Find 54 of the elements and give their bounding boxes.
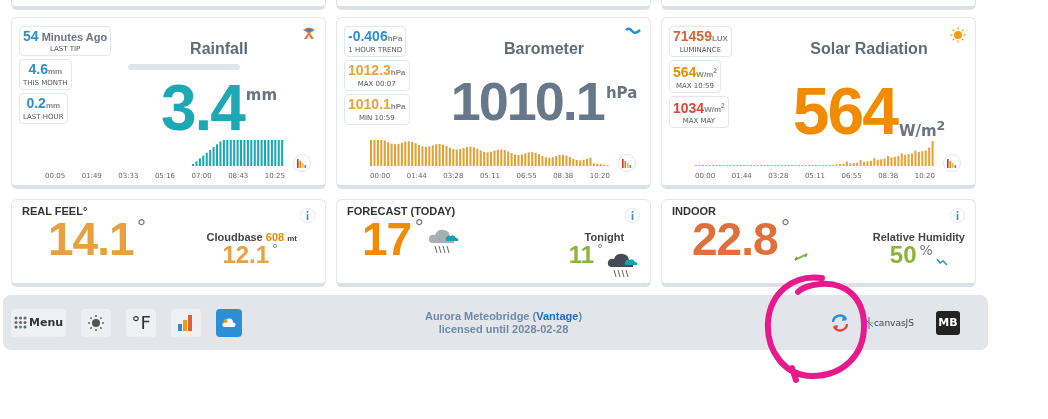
main-reading: 17 xyxy=(362,217,412,261)
brightness-button[interactable] xyxy=(81,308,112,337)
side-reading: 50 xyxy=(889,243,917,267)
main-reading: 3.4 xyxy=(160,76,244,140)
bar-chart-icon xyxy=(178,314,195,331)
sun-icon xyxy=(950,27,966,43)
degree-symbol: ° xyxy=(272,243,279,255)
side-label: Cloudbase 608 mt xyxy=(206,231,297,243)
degree-symbol: ° xyxy=(780,217,791,237)
meteobridge-logo[interactable]: MB xyxy=(936,310,960,335)
bar-chart-icon[interactable] xyxy=(297,158,307,168)
unit-toggle-button[interactable]: °F xyxy=(126,308,157,337)
side-reading: 11 xyxy=(568,243,594,267)
card-title: Solar Radiation xyxy=(810,40,928,58)
unit-label: W/m$^{2}$ xyxy=(898,118,946,140)
grid-dots-icon xyxy=(14,316,27,329)
card-title: FORECAST (TODAY) xyxy=(347,205,456,217)
main-reading: 14.1 xyxy=(48,217,134,261)
cloud-icon xyxy=(222,317,237,328)
weather-button[interactable] xyxy=(216,308,243,337)
license-text: licensed until 2028-02-28 xyxy=(438,322,569,336)
canvasjs-logo[interactable]: canvasJS xyxy=(863,316,914,329)
card-title: Barometer xyxy=(504,40,584,58)
card-title: INDOOR xyxy=(672,205,716,217)
rain-gauge-icon xyxy=(302,27,316,40)
degree-symbol: ° xyxy=(414,217,425,237)
refresh-icon[interactable] xyxy=(829,312,850,333)
bar-chart-icon[interactable] xyxy=(947,158,957,168)
percent-symbol: % xyxy=(919,243,933,257)
info-icon[interactable] xyxy=(300,208,315,223)
info-icon[interactable] xyxy=(625,208,640,223)
menu-button[interactable]: Menu xyxy=(11,308,67,337)
side-label: Relative Humidity xyxy=(872,231,965,243)
unit-label: hPa xyxy=(605,84,638,102)
main-reading: 22.8 xyxy=(692,217,778,261)
main-reading: 564 xyxy=(792,78,897,144)
wave-trend-icon xyxy=(935,258,948,266)
storm-cloud-icon xyxy=(606,251,640,279)
credit-text: Aurora Meteobridge (Vantage) xyxy=(424,309,583,323)
degree-symbol: ° xyxy=(597,243,603,255)
side-reading: 12.1 xyxy=(222,243,270,267)
main-reading: 1010.1 xyxy=(450,74,604,128)
trend-arrow-icon xyxy=(793,252,808,262)
vantage-link[interactable]: Vantage xyxy=(536,309,579,322)
wave-icon xyxy=(625,27,641,35)
charts-button[interactable] xyxy=(171,308,202,337)
unit-label: mm xyxy=(245,86,278,104)
bar-chart-icon[interactable] xyxy=(622,158,632,168)
info-icon[interactable] xyxy=(950,208,965,223)
sun-icon xyxy=(87,313,106,332)
degree-symbol: ° xyxy=(136,217,147,237)
card-title: Rainfall xyxy=(190,40,248,58)
card-title: REAL FEEL° xyxy=(22,205,88,217)
side-label: Tonight xyxy=(584,231,625,243)
